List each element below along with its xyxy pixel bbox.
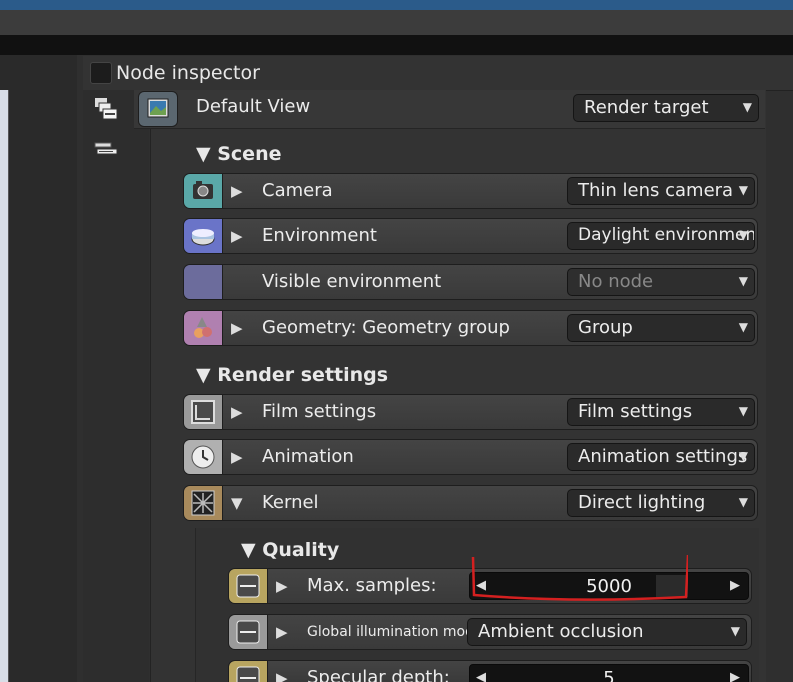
chevron-down-icon: ▼ (742, 100, 752, 114)
chevron-down-icon: ▼ (738, 404, 748, 418)
animation-dropdown[interactable]: Animation settings ▼ (567, 443, 755, 471)
render-target-dropdown[interactable]: Render target ▼ (573, 94, 759, 122)
max-samples-label: Max. samples: (307, 575, 437, 596)
animation-value: Animation settings (578, 446, 748, 467)
inspector-toolbar (83, 90, 149, 682)
integer-param-icon (229, 569, 268, 603)
geometry-icon (184, 311, 223, 345)
scene-section-title: Scene (217, 143, 282, 165)
scene-section-header[interactable]: ▼ Scene (196, 143, 281, 165)
render-target-icon (138, 91, 178, 127)
film-settings-label: Film settings (262, 401, 377, 422)
geometry-dropdown[interactable]: Group ▼ (567, 314, 755, 342)
environment-value: Daylight environment (578, 225, 755, 245)
render-settings-section-header[interactable]: ▼ Render settings (196, 364, 388, 386)
expand-arrow-icon[interactable]: ▶ (231, 182, 243, 200)
chevron-down-icon: ▼ (738, 228, 748, 242)
environment-dropdown[interactable]: Daylight environment ▼ (567, 222, 755, 250)
visible-environment-value: No node (578, 271, 654, 292)
animation-label: Animation (262, 446, 354, 467)
expand-arrow-icon[interactable]: ▶ (231, 448, 243, 466)
title-bar (0, 10, 793, 35)
gi-mode-value: Ambient occlusion (478, 621, 644, 642)
visible-environment-label: Visible environment (262, 271, 442, 292)
film-icon (184, 395, 223, 429)
film-settings-dropdown[interactable]: Film settings ▼ (567, 398, 755, 426)
viewport-edge (0, 90, 9, 682)
expand-all-icon[interactable] (93, 96, 119, 122)
environment-label: Environment (262, 225, 377, 246)
max-samples-row[interactable]: ▶ Max. samples: ◀ 5000 ▶ (228, 568, 752, 604)
increment-icon[interactable]: ▶ (730, 578, 740, 593)
collapse-all-icon[interactable] (93, 139, 119, 165)
kernel-icon (184, 486, 223, 520)
collapse-arrow-icon[interactable]: ▼ (231, 494, 243, 512)
specular-depth-value: 5 (603, 668, 615, 682)
environment-icon (184, 219, 223, 253)
render-target-value: Render target (584, 97, 709, 118)
enum-param-icon (229, 615, 268, 649)
render-settings-section-title: Render settings (217, 364, 389, 386)
visible-environment-row[interactable]: Visible environment No node ▼ (183, 264, 758, 300)
expand-arrow-icon[interactable]: ▶ (231, 319, 243, 337)
camera-value: Thin lens camera (578, 180, 734, 201)
default-view-label: Default View (196, 96, 311, 117)
kernel-value: Direct lighting (578, 492, 706, 513)
window-top-bar (0, 0, 793, 10)
increment-icon[interactable]: ▶ (730, 670, 740, 682)
film-settings-row[interactable]: ▶ Film settings Film settings ▼ (183, 394, 758, 430)
quality-section-header[interactable]: ▼ Quality (241, 539, 339, 561)
expand-arrow-icon[interactable]: ▶ (276, 669, 288, 682)
integer-param-icon (229, 661, 268, 682)
film-settings-value: Film settings (578, 401, 693, 422)
camera-dropdown[interactable]: Thin lens camera ▼ (567, 177, 755, 205)
chevron-down-icon: ▼ (730, 624, 740, 638)
geometry-row[interactable]: ▶ Geometry: Geometry group Group ▼ (183, 310, 758, 346)
expand-arrow-icon[interactable]: ▶ (231, 403, 243, 421)
visible-environment-icon (184, 265, 223, 299)
kernel-label: Kernel (262, 492, 319, 513)
quality-section-title: Quality (262, 539, 340, 561)
gi-mode-dropdown[interactable]: Ambient occlusion ▼ (467, 618, 747, 646)
left-panel (0, 55, 77, 682)
kernel-dropdown[interactable]: Direct lighting ▼ (567, 489, 755, 517)
camera-icon (184, 174, 223, 208)
environment-row[interactable]: ▶ Environment Daylight environment ▼ (183, 218, 758, 254)
panel-title: Node inspector (116, 62, 260, 84)
visible-environment-dropdown[interactable]: No node ▼ (567, 268, 755, 296)
chevron-down-icon: ▼ (738, 449, 748, 463)
kernel-row[interactable]: ▼ Kernel Direct lighting ▼ (183, 485, 758, 521)
animation-row[interactable]: ▶ Animation Animation settings ▼ (183, 439, 758, 475)
geometry-value: Group (578, 317, 633, 338)
expand-arrow-icon[interactable]: ▶ (231, 227, 243, 245)
chevron-down-icon: ▼ (738, 320, 748, 334)
specular-depth-label: Specular depth: (307, 667, 450, 682)
chevron-down-icon: ▼ (738, 495, 748, 509)
camera-row[interactable]: ▶ Camera Thin lens camera ▼ (183, 173, 758, 209)
expand-arrow-icon[interactable]: ▶ (276, 577, 288, 595)
gi-mode-row[interactable]: ▶ Global illumination mode: Ambient occl… (228, 614, 752, 650)
specular-depth-row[interactable]: ▶ Specular depth: ◀ 5 ▶ (228, 660, 752, 682)
chevron-down-icon: ▼ (738, 183, 748, 197)
clock-icon (184, 440, 223, 474)
panel-toggle-icon[interactable] (90, 62, 112, 84)
max-samples-field[interactable]: ◀ 5000 ▶ (469, 572, 749, 600)
chevron-down-icon: ▼ (738, 274, 748, 288)
geometry-label: Geometry: Geometry group (262, 317, 510, 338)
menu-strip (0, 35, 793, 55)
expand-arrow-icon[interactable]: ▶ (276, 623, 288, 641)
max-samples-value: 5000 (586, 576, 632, 597)
specular-depth-field[interactable]: ◀ 5 ▶ (469, 664, 749, 682)
camera-label: Camera (262, 180, 333, 201)
gi-mode-label: Global illumination mode: (307, 624, 488, 640)
